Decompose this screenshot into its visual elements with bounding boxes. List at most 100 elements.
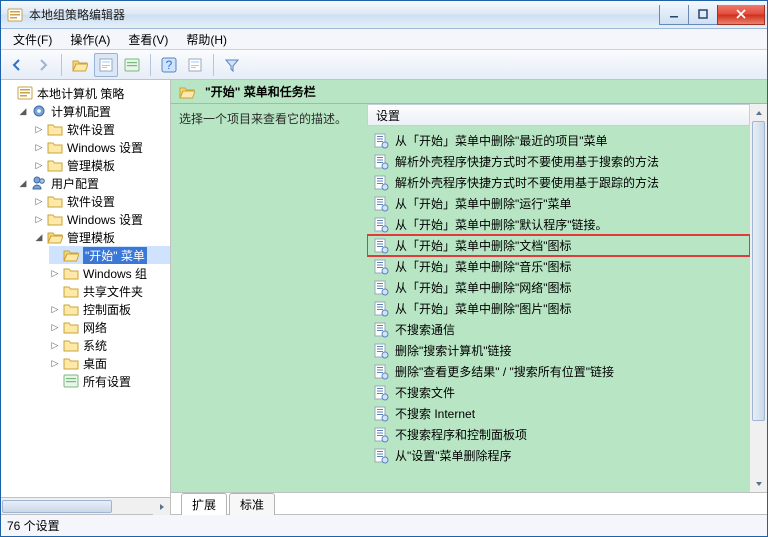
folder-icon: [63, 301, 79, 317]
tab-standard[interactable]: 标准: [229, 493, 275, 515]
scroll-up-button[interactable]: [750, 104, 767, 121]
tab-extended[interactable]: 扩展: [181, 493, 227, 515]
tree-item[interactable]: 所有设置: [83, 373, 131, 390]
setting-row[interactable]: 删除"搜索计算机"链接: [367, 340, 750, 361]
list-v-scrollbar[interactable]: [750, 104, 767, 492]
scroll-thumb[interactable]: [752, 121, 765, 421]
menu-help[interactable]: 帮助(H): [178, 29, 235, 50]
minimize-button[interactable]: [659, 5, 689, 25]
setting-row[interactable]: 从「开始」菜单中删除"默认程序"链接。: [367, 214, 750, 235]
policy-item-icon: [373, 343, 389, 359]
toolbar-separator: [61, 54, 62, 76]
properties-button[interactable]: [183, 53, 207, 77]
title-bar[interactable]: 本地组策略编辑器: [1, 1, 767, 29]
expand-toggle[interactable]: [3, 87, 15, 99]
setting-label: 从「开始」菜单中删除"运行"菜单: [395, 195, 572, 212]
arrow-left-icon: [9, 57, 25, 73]
show-tree-button[interactable]: [94, 53, 118, 77]
setting-row[interactable]: 从「开始」菜单中删除"最近的项目"菜单: [367, 130, 750, 151]
tree-item[interactable]: 管理模板: [67, 157, 115, 174]
status-text: 76 个设置: [7, 517, 60, 534]
help-button[interactable]: [157, 53, 181, 77]
expand-toggle[interactable]: ▷: [33, 213, 45, 225]
expand-toggle[interactable]: ▷: [49, 303, 61, 315]
tree-item-selected[interactable]: "开始" 菜单: [83, 247, 147, 264]
setting-row[interactable]: 从「开始」菜单中删除"音乐"图标: [367, 256, 750, 277]
expand-toggle[interactable]: ▷: [33, 123, 45, 135]
policy-item-icon: [373, 259, 389, 275]
policy-tree[interactable]: 本地计算机 策略 ◢ 计算机配置: [1, 84, 170, 390]
setting-row[interactable]: 解析外壳程序快捷方式时不要使用基于搜索的方法: [367, 151, 750, 172]
tree-item[interactable]: 管理模板: [67, 229, 115, 246]
folder-icon: [47, 211, 63, 227]
tree-item[interactable]: 软件设置: [67, 121, 115, 138]
folder-icon: [47, 193, 63, 209]
description-prompt: 选择一个项目来查看它的描述。: [179, 112, 347, 126]
up-level-button[interactable]: [68, 53, 92, 77]
prop-icon: [98, 57, 114, 73]
tree-item[interactable]: 软件设置: [67, 193, 115, 210]
expand-toggle[interactable]: ▷: [49, 339, 61, 351]
expand-toggle[interactable]: ◢: [17, 177, 29, 189]
menu-action[interactable]: 操作(A): [62, 29, 118, 50]
menu-view[interactable]: 查看(V): [120, 29, 176, 50]
tree-item[interactable]: 系统: [83, 337, 107, 354]
maximize-button[interactable]: [688, 5, 718, 25]
policy-item-icon: [373, 448, 389, 464]
filter-icon: [224, 57, 240, 73]
settings-list[interactable]: 从「开始」菜单中删除"最近的项目"菜单解析外壳程序快捷方式时不要使用基于搜索的方…: [367, 126, 750, 492]
tree-item[interactable]: 控制面板: [83, 301, 131, 318]
setting-row[interactable]: 解析外壳程序快捷方式时不要使用基于跟踪的方法: [367, 172, 750, 193]
tree-user-config[interactable]: 用户配置: [51, 175, 99, 192]
export-list-button[interactable]: [120, 53, 144, 77]
expand-toggle[interactable]: ▷: [49, 267, 61, 279]
expand-toggle[interactable]: ▷: [33, 195, 45, 207]
nav-back-button[interactable]: [5, 53, 29, 77]
scroll-down-button[interactable]: [750, 475, 767, 492]
setting-row[interactable]: 从「开始」菜单中删除"网络"图标: [367, 277, 750, 298]
tree-item[interactable]: 网络: [83, 319, 107, 336]
folder-icon: [47, 121, 63, 137]
expand-toggle[interactable]: ▷: [49, 357, 61, 369]
close-button[interactable]: [717, 5, 765, 25]
toolbar-separator: [150, 54, 151, 76]
tree-item[interactable]: 共享文件夹: [83, 283, 143, 300]
policy-item-icon: [373, 385, 389, 401]
expand-toggle[interactable]: ▷: [33, 159, 45, 171]
setting-row[interactable]: 从「开始」菜单中删除"图片"图标: [367, 298, 750, 319]
tree-item[interactable]: Windows 组: [83, 265, 147, 282]
tree-item[interactable]: Windows 设置: [67, 211, 143, 228]
expand-toggle[interactable]: ▷: [33, 141, 45, 153]
column-header-setting[interactable]: 设置: [367, 104, 750, 126]
setting-label: 从「开始」菜单中删除"文档"图标: [395, 237, 572, 254]
setting-label: 不搜索文件: [395, 384, 455, 401]
tree-item[interactable]: Windows 设置: [67, 139, 143, 156]
setting-row[interactable]: 不搜索文件: [367, 382, 750, 403]
tree-root[interactable]: 本地计算机 策略: [37, 85, 124, 102]
details-heading: "开始" 菜单和任务栏: [205, 83, 316, 100]
setting-row[interactable]: 删除"查看更多结果" / "搜索所有位置"链接: [367, 361, 750, 382]
scroll-right-button[interactable]: [153, 498, 170, 515]
users-icon: [31, 175, 47, 191]
menu-file[interactable]: 文件(F): [5, 29, 60, 50]
expand-toggle[interactable]: ▷: [49, 321, 61, 333]
setting-row[interactable]: 不搜索程序和控制面板项: [367, 424, 750, 445]
tree-computer-config[interactable]: 计算机配置: [51, 103, 111, 120]
expand-toggle[interactable]: ◢: [33, 231, 45, 243]
tree-pane: 本地计算机 策略 ◢ 计算机配置: [1, 80, 171, 514]
setting-row[interactable]: 不搜索 Internet: [367, 403, 750, 424]
setting-row[interactable]: 不搜索通信: [367, 319, 750, 340]
setting-label: 解析外壳程序快捷方式时不要使用基于搜索的方法: [395, 153, 659, 170]
tree-h-scrollbar[interactable]: [1, 497, 170, 514]
toolbar: [1, 50, 767, 80]
nav-forward-button[interactable]: [31, 53, 55, 77]
tree-item[interactable]: 桌面: [83, 355, 107, 372]
setting-row[interactable]: 从"设置"菜单删除程序: [367, 445, 750, 466]
setting-row[interactable]: 从「开始」菜单中删除"运行"菜单: [367, 193, 750, 214]
expand-toggle[interactable]: ◢: [17, 105, 29, 117]
policy-item-icon: [373, 364, 389, 380]
scroll-thumb[interactable]: [2, 500, 112, 513]
folder-open-icon: [63, 247, 79, 263]
filter-button[interactable]: [220, 53, 244, 77]
setting-row[interactable]: 从「开始」菜单中删除"文档"图标: [367, 235, 750, 256]
